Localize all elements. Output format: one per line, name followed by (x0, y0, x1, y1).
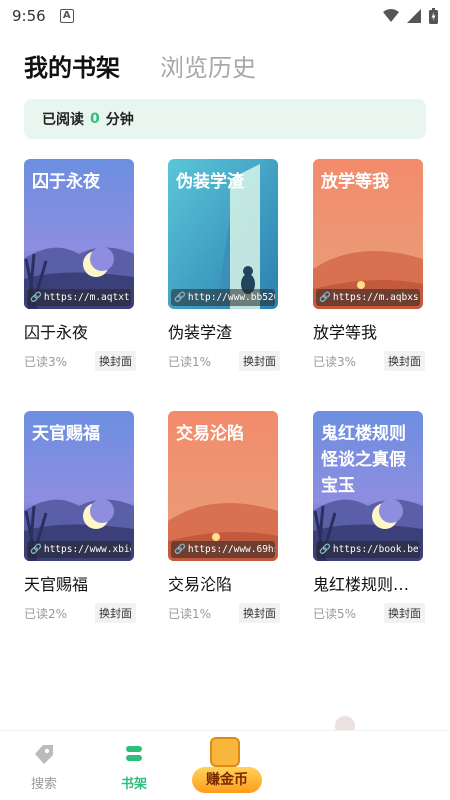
link-icon: 🔗 (30, 292, 42, 303)
source-url: 🔗https://book.befu (316, 541, 420, 558)
cover-title: 伪装学渣 (176, 172, 244, 192)
book-cover[interactable]: 放学等我 🔗https://m.aqbxs.c (313, 159, 423, 309)
signal-icon (407, 9, 421, 23)
reading-prefix: 已阅读 (42, 112, 84, 128)
tab-history[interactable]: 浏览历史 (160, 48, 256, 83)
bookshelf-icon (126, 746, 142, 761)
cover-title: 放学等我 (321, 172, 389, 192)
nav-bookshelf[interactable]: 书架 (104, 743, 164, 792)
nav-search[interactable]: 搜索 (14, 743, 74, 792)
change-cover-button[interactable]: 换封面 (95, 603, 136, 623)
book-cover[interactable]: 囚于永夜 🔗https://m.aqtxt.n (24, 159, 134, 309)
treasure-icon (210, 737, 240, 767)
cover-title: 天官赐福 (32, 424, 100, 444)
source-url-text: https://m.aqtxt.n (43, 292, 131, 303)
link-icon: 🔗 (174, 292, 186, 303)
book-card[interactable]: 鬼红楼规则怪谈之真假宝玉 🔗https://book.befu 鬼红楼规则… 已读5%… (313, 411, 425, 623)
read-progress: 已读1% (168, 606, 212, 621)
change-cover-button[interactable]: 换封面 (384, 603, 425, 623)
book-card[interactable]: 囚于永夜 🔗https://m.aqtxt.n 囚于永夜已读3% 换封面 (24, 159, 136, 371)
tab-bookshelf[interactable]: 我的书架 (24, 48, 120, 83)
status-bar: 9:56 A (0, 0, 450, 32)
reading-time-banner: 已阅读 0 分钟 (24, 99, 426, 139)
book-cover[interactable]: 交易沦陷 🔗 https://www.69hs (168, 411, 278, 561)
source-url: 🔗 https://www.xbiq (27, 541, 131, 558)
book-title[interactable]: 囚于永夜 (24, 319, 136, 343)
nav-search-label: 搜索 (30, 777, 57, 792)
source-url: 🔗https://m.aqtxt.n (27, 289, 131, 306)
battery-icon (429, 8, 438, 24)
status-time: 9:56 (12, 7, 46, 25)
link-icon: 🔗 (30, 544, 42, 555)
change-cover-button[interactable]: 换封面 (239, 603, 280, 623)
book-card[interactable]: 放学等我 🔗https://m.aqbxs.c 放学等我已读3% 换封面 (313, 159, 425, 371)
book-cover[interactable]: 天官赐福 🔗 https://www.xbiq (24, 411, 134, 561)
book-title[interactable]: 交易沦陷 (168, 571, 280, 595)
source-url-text: https://m.aqbxs.c (332, 292, 420, 303)
reading-unit: 分钟 (105, 112, 134, 128)
book-title[interactable]: 鬼红楼规则… (313, 571, 425, 595)
book-card[interactable]: 天官赐福 🔗 https://www.xbiq 天官赐福已读2% 换封面 (24, 411, 136, 623)
source-url: 🔗https://m.aqbxs.c (316, 289, 420, 306)
book-title[interactable]: 伪装学渣 (168, 319, 280, 343)
nav-bookshelf-label: 书架 (120, 777, 147, 792)
source-url-text: https://www.xbiq (43, 544, 131, 555)
read-progress: 已读1% (168, 354, 212, 369)
book-title[interactable]: 放学等我 (313, 319, 425, 343)
wifi-icon (383, 9, 399, 22)
source-url: 🔗 http://www.bb520 (171, 289, 275, 306)
link-icon: 🔗 (174, 544, 186, 555)
change-cover-button[interactable]: 换封面 (239, 351, 280, 371)
book-card[interactable]: 伪装学渣 🔗 http://www.bb520 伪装学渣已读1% 换封面 (168, 159, 280, 371)
read-progress: 已读3% (313, 354, 357, 369)
source-url-text: https://www.69hs (187, 544, 275, 555)
header-tabs: 我的书架 浏览历史 (24, 48, 256, 83)
change-cover-button[interactable]: 换封面 (95, 351, 136, 371)
link-icon: 🔗 (319, 544, 331, 555)
read-progress: 已读5% (313, 606, 357, 621)
book-card[interactable]: 交易沦陷 🔗 https://www.69hs 交易沦陷已读1% 换封面 (168, 411, 280, 623)
link-icon: 🔗 (319, 292, 331, 303)
source-url: 🔗 https://www.69hs (171, 541, 275, 558)
earn-coins-button[interactable]: 赚金币 (186, 733, 264, 795)
source-url-text: http://www.bb520 (187, 292, 275, 303)
change-cover-button[interactable]: 换封面 (384, 351, 425, 371)
earn-coins-label: 赚金币 (192, 767, 262, 793)
cover-title: 鬼红楼规则怪谈之真假宝玉 (321, 424, 406, 496)
notification-icon: A (59, 9, 74, 23)
book-cover[interactable]: 伪装学渣 🔗 http://www.bb520 (168, 159, 278, 309)
cover-title: 交易沦陷 (176, 424, 244, 444)
reading-minutes: 0 (90, 111, 100, 127)
bottom-navigation: 搜索 书架 赚金币 (0, 730, 450, 800)
read-progress: 已读3% (24, 354, 68, 369)
book-cover[interactable]: 鬼红楼规则怪谈之真假宝玉 🔗https://book.befu (313, 411, 423, 561)
book-title[interactable]: 天官赐福 (24, 571, 136, 595)
cover-title: 囚于永夜 (32, 172, 100, 192)
tag-search-icon (35, 745, 53, 764)
source-url-text: https://book.befu (332, 544, 420, 555)
read-progress: 已读2% (24, 606, 68, 621)
